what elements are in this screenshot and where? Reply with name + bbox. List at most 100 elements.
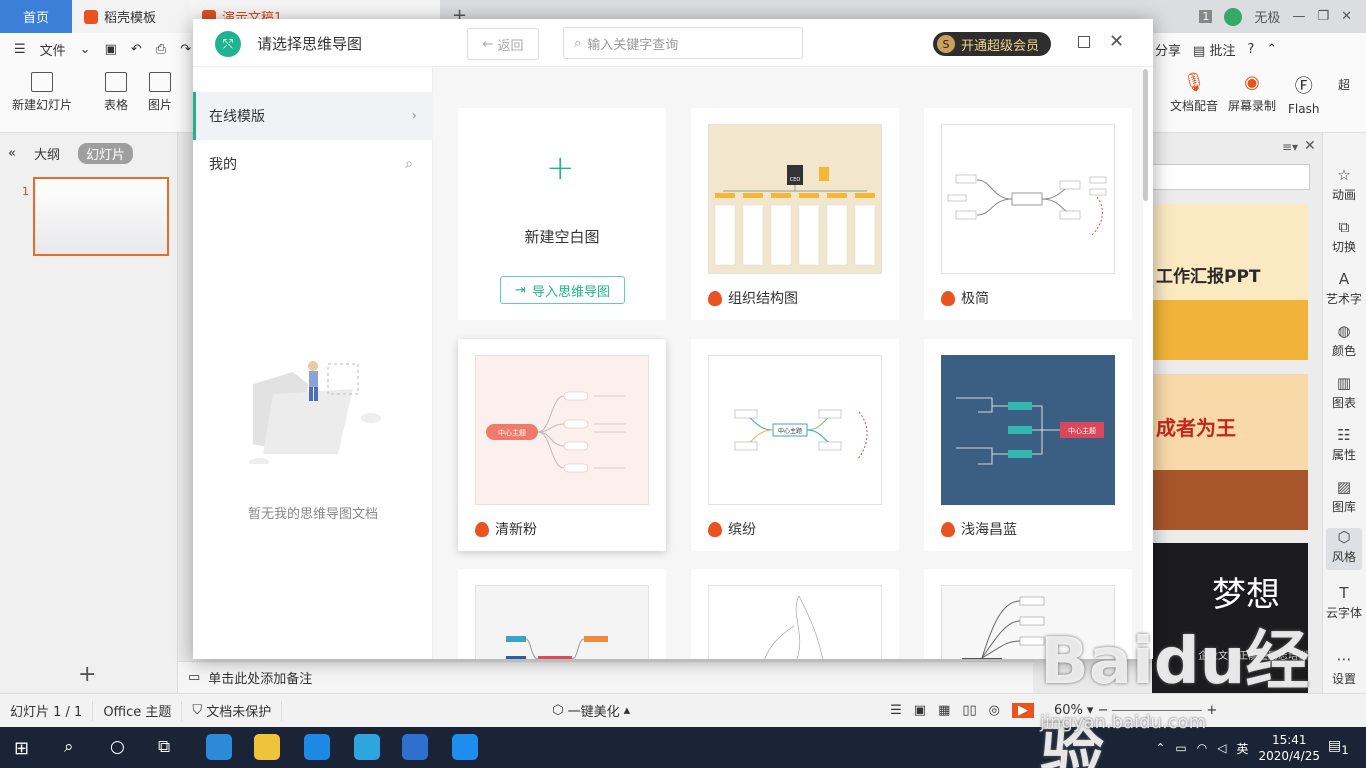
new-blank-card[interactable]: + 新建空白图 ⇥ 导入思维导图 (458, 108, 666, 320)
protect-status[interactable]: ⛉ 文档未保护 (182, 700, 283, 721)
docer-fire-icon (708, 521, 722, 537)
maximize-icon[interactable] (1078, 36, 1090, 48)
add-slide-icon[interactable]: + (78, 662, 96, 687)
template-card-minimal[interactable]: 极简 (924, 108, 1132, 320)
file-explorer-icon[interactable] (254, 734, 280, 760)
cortana-icon[interactable]: ○ (110, 737, 125, 757)
table-button[interactable]: 表格 (104, 72, 128, 113)
redo-icon[interactable]: ↷ (180, 42, 191, 57)
theme-name[interactable]: Office 主题 (93, 700, 183, 721)
back-button[interactable]: ← 返回 (467, 28, 539, 60)
chart-icon: ▥ (1336, 374, 1352, 392)
save-icon[interactable]: ▣ (105, 42, 117, 57)
docer-fire-icon (941, 521, 955, 537)
search-input[interactable]: ⌕ 输入关键字查询 (563, 27, 803, 59)
minimize-icon[interactable]: — (1292, 9, 1305, 24)
template-search-input[interactable] (1152, 164, 1310, 190)
help-icon[interactable]: ? (1247, 42, 1254, 57)
comment-button[interactable]: ▤ 批注 (1193, 40, 1235, 59)
import-mindmap-button[interactable]: ⇥ 导入思维导图 (500, 276, 625, 304)
close-icon[interactable]: ✕ (1109, 31, 1124, 52)
app-icon[interactable] (206, 734, 232, 760)
reading-view-icon[interactable]: ▯▯ (962, 703, 976, 718)
sidebar-item-transition[interactable]: ⧉ 切换 (1322, 218, 1366, 255)
table-icon (105, 72, 127, 92)
sidebar-item-chart[interactable]: ▥ 图表 (1322, 374, 1366, 411)
new-slide-button[interactable]: 新建幻灯片 (12, 72, 72, 113)
transition-icon: ⧉ (1338, 218, 1350, 236)
plus-icon: + (546, 148, 575, 188)
collapse-ribbon-icon[interactable]: ⌃ (1266, 42, 1277, 57)
tab-home[interactable]: 首页 (0, 0, 72, 33)
star-icon: ☆ (1337, 166, 1351, 184)
tab-slides[interactable]: 幻灯片 (77, 143, 133, 164)
hamburger-icon[interactable]: ☰ (14, 42, 26, 57)
avatar[interactable] (1224, 7, 1243, 26)
template-card[interactable] (458, 569, 666, 659)
template-card[interactable]: 工作汇报PPT (1152, 204, 1308, 360)
close-window-icon[interactable]: ✕ (1341, 9, 1352, 24)
template-card-fresh-pink[interactable]: 中心主题 清新粉 (458, 339, 666, 551)
vip-button[interactable]: S 开通超级会员 (933, 32, 1052, 56)
sidebar-item-properties[interactable]: ☷ 属性 (1322, 426, 1366, 463)
template-caption: 组织结构图 (708, 288, 798, 308)
panel-close-icon[interactable]: ✕ (1304, 138, 1316, 154)
docer-fire-icon (941, 290, 955, 306)
phone-app-icon[interactable] (452, 734, 478, 760)
sidebar-item-style[interactable]: ⬡ 风格 (1326, 528, 1362, 570)
grid-view-icon[interactable]: ▦ (938, 703, 950, 718)
print-icon[interactable]: ⎙ (156, 42, 166, 57)
task-view-icon[interactable]: ⧉ (158, 737, 170, 757)
beautify-button[interactable]: ⬡ 一键美化 ▴ (542, 701, 640, 721)
template-card[interactable]: 成者为王 (1152, 374, 1308, 530)
badge-count: 1 (1199, 10, 1213, 23)
font-icon: T (1339, 584, 1349, 602)
notes-area[interactable]: ▭ 单击此处添加备注 (178, 661, 1033, 693)
doc-audio-button[interactable]: 🎙 文档配音 (1170, 72, 1218, 114)
play-icon[interactable]: ▶ (1012, 703, 1035, 718)
collapse-panel-icon[interactable]: « (8, 146, 16, 161)
template-caption: 浅海昌蓝 (941, 519, 1017, 539)
sidebar-item-gallery[interactable]: ▨ 图库 (1322, 478, 1366, 515)
undo-icon[interactable]: ↶ (131, 42, 142, 57)
sidebar-item-color[interactable]: ◍ 颜色 (1322, 322, 1366, 359)
template-card[interactable] (691, 569, 899, 659)
search-icon[interactable]: ⌕ (64, 737, 74, 757)
empty-folder-illustration (249, 361, 381, 464)
browser-icon[interactable] (354, 734, 380, 760)
nav-online-templates[interactable]: 在线模版 › (193, 92, 433, 140)
import-icon: ⇥ (515, 282, 526, 298)
docer-fire-icon (708, 290, 722, 306)
app-icon[interactable] (304, 734, 330, 760)
template-card-ocean-blue[interactable]: 中心主题 浅海昌蓝 (924, 339, 1132, 551)
panel-tabs: « 大纲 幻灯片 (0, 143, 178, 164)
sidebar-item-wordart[interactable]: A 艺术字 (1322, 270, 1366, 307)
windows-start-icon[interactable]: ⊞ (14, 738, 29, 759)
template-card-colorful[interactable]: 中心主题 缤纷 (691, 339, 899, 551)
menu-row: ☰ 文件 ⌄ ▣ ↶ ⎙ ↷ (0, 35, 191, 63)
restore-icon[interactable]: ❐ (1317, 9, 1329, 24)
scrollbar-thumb[interactable] (1143, 69, 1148, 201)
tab-docer[interactable]: 稻壳模板 (72, 0, 190, 33)
svg-text:CEO: CEO (790, 177, 801, 183)
panel-menu-icon[interactable]: ≡▾ (1282, 140, 1298, 154)
svg-text:中心主题: 中心主题 (778, 427, 802, 435)
normal-view-icon[interactable]: ▣ (914, 703, 926, 718)
tab-outline[interactable]: 大纲 (34, 144, 60, 163)
record-view-icon[interactable]: ◎ (989, 703, 1000, 718)
slide-thumbnail[interactable] (33, 177, 169, 256)
file-menu[interactable]: 文件 (40, 40, 66, 59)
search-icon[interactable]: ⌕ (405, 156, 413, 172)
user-name[interactable]: 无极 (1254, 7, 1280, 26)
align-icon[interactable]: ☰ (890, 703, 902, 718)
picture-icon (149, 72, 171, 92)
more-button[interactable]: 超 (1338, 72, 1350, 93)
flash-button[interactable]: Ⓕ Flash (1288, 72, 1319, 116)
template-card-org-chart[interactable]: CEO 组织结构图 (691, 108, 899, 320)
svg-text:中心主题: 中心主题 (498, 428, 526, 437)
screen-record-button[interactable]: ◉ 屏幕录制 (1228, 72, 1276, 114)
picture-button[interactable]: 图片 (148, 72, 172, 113)
wps-icon[interactable] (402, 734, 428, 760)
sidebar-item-animation[interactable]: ☆ 动画 (1322, 166, 1366, 203)
nav-mine[interactable]: 我的 ⌕ (193, 140, 433, 188)
